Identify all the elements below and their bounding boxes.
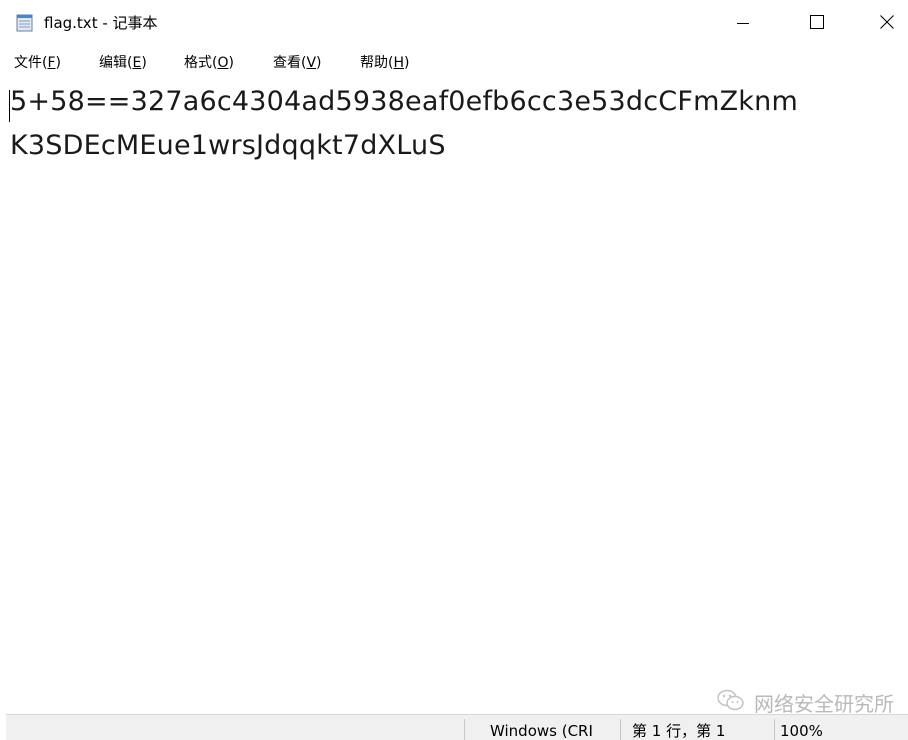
maximize-button[interactable] (794, 0, 840, 46)
title-bar[interactable]: flag.txt - 记事本 (0, 0, 908, 46)
watermark-text: 网络安全研究所 (754, 691, 894, 716)
menu-bar: 文件(F) 编辑(E) 格式(O) 查看(V) 帮助(H) (0, 50, 908, 76)
menu-view[interactable]: 查看(V) (273, 53, 322, 73)
maximize-icon (810, 14, 824, 33)
menu-file-label: 文件( (14, 55, 48, 71)
minimize-icon (737, 14, 749, 33)
menu-view-close: ) (316, 55, 322, 71)
status-position: 第 1 行，第 1 (632, 722, 726, 740)
status-encoding: Windows (CRI (490, 722, 593, 740)
menu-edit-close: ) (141, 55, 147, 71)
menu-format-label: 格式( (184, 55, 218, 71)
window-title: flag.txt - 记事本 (44, 14, 158, 32)
status-divider (464, 719, 465, 740)
menu-edit-label: 编辑( (99, 55, 133, 71)
menu-help[interactable]: 帮助(H) (360, 53, 409, 73)
menu-help-close: ) (404, 55, 410, 71)
watermark: 网络安全研究所 (716, 688, 894, 716)
editor-line-1[interactable]: 5+58==327a6c4304ad5938eaf0efb6cc3e53dcCF… (10, 84, 798, 120)
menu-view-accel: V (306, 55, 317, 71)
menu-format[interactable]: 格式(O) (184, 53, 234, 73)
menu-edit-accel: E (132, 55, 142, 71)
menu-file-close: ) (55, 55, 61, 71)
close-icon (880, 14, 894, 33)
wechat-icon (716, 688, 746, 717)
close-button[interactable] (864, 0, 908, 46)
menu-edit[interactable]: 编辑(E) (99, 53, 147, 73)
notepad-window: flag.txt - 记事本 文件(F) 编辑(E) 格式(O) 查看(V) 帮… (0, 0, 908, 740)
menu-help-accel: H (393, 55, 404, 71)
status-bar: Windows (CRI 第 1 行，第 1 100% (6, 714, 908, 740)
status-divider (620, 719, 621, 740)
menu-view-label: 查看( (273, 55, 307, 71)
editor-line-2[interactable]: K3SDEcMEue1wrsJdqqkt7dXLuS (10, 128, 446, 164)
notepad-icon (16, 13, 33, 32)
menu-file-accel: F (47, 55, 56, 71)
menu-file[interactable]: 文件(F) (14, 53, 61, 73)
status-zoom: 100% (780, 722, 823, 740)
text-editor[interactable] (0, 80, 908, 712)
menu-format-accel: O (217, 55, 229, 71)
menu-format-close: ) (228, 55, 234, 71)
minimize-button[interactable] (720, 0, 766, 46)
menu-help-label: 帮助( (360, 55, 394, 71)
status-divider (774, 719, 775, 740)
